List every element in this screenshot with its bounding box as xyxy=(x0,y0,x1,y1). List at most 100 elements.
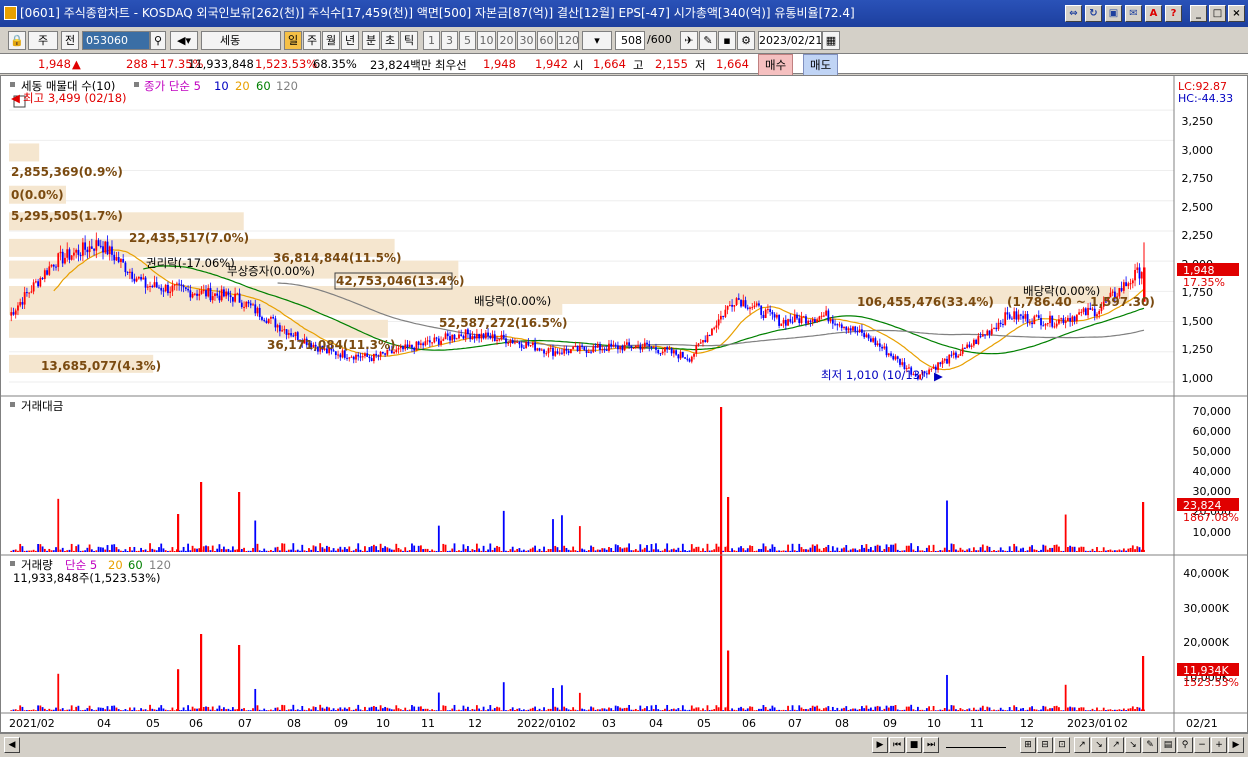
volume-bar xyxy=(643,708,646,711)
volume-bar xyxy=(952,705,955,711)
amount-bar xyxy=(677,547,680,552)
refresh-icon[interactable]: ↻ xyxy=(1085,5,1102,22)
chart-tool-icon[interactable]: ⊡ xyxy=(1054,737,1070,753)
amount-bar xyxy=(937,550,939,552)
scroll-left-icon[interactable]: ◀ xyxy=(4,737,20,753)
mode-select[interactable]: 주 xyxy=(28,31,58,50)
search-icon[interactable]: ⚲ xyxy=(150,31,166,50)
min-60[interactable]: 60 xyxy=(537,31,556,50)
min-10[interactable]: 10 xyxy=(477,31,496,50)
interval-select[interactable]: ▾ xyxy=(582,31,612,50)
chart-svg[interactable]: 세동 매물대 수(10) 종가 단순 5 10 20 60 120 LC:92.… xyxy=(1,76,1247,732)
volume-bar xyxy=(733,709,736,711)
candle-body xyxy=(449,336,451,341)
drawing-tool-icon[interactable]: ↘ xyxy=(1125,737,1141,753)
settings-icon[interactable]: ⚙ xyxy=(737,31,755,50)
min-120[interactable]: 120 xyxy=(557,31,579,50)
y-tick: 2,750 xyxy=(1182,172,1214,185)
maximize-button[interactable]: □ xyxy=(1209,5,1226,22)
candle-body xyxy=(229,295,232,298)
volume-bar xyxy=(668,709,671,711)
stop-icon[interactable]: ■ xyxy=(906,737,922,753)
minus-icon[interactable]: − xyxy=(1194,737,1210,753)
period-tick[interactable]: 틱 xyxy=(400,31,418,50)
volume-bar xyxy=(133,707,136,711)
sell-button[interactable]: 매도 xyxy=(803,54,839,76)
candle-body xyxy=(885,346,888,356)
period-day[interactable]: 일 xyxy=(284,31,302,50)
stock-code-input[interactable]: 053060 xyxy=(82,31,150,50)
vp-label: 106,455,476(33.4%) xyxy=(857,295,994,309)
mail-icon[interactable]: ✉ xyxy=(1125,5,1142,22)
candle-body xyxy=(61,251,64,264)
x-label: 07 xyxy=(788,717,802,730)
candle-body xyxy=(1006,312,1009,315)
min-20[interactable]: 20 xyxy=(497,31,516,50)
speaker-icon[interactable]: ◀▾ xyxy=(170,31,198,50)
volume-bar xyxy=(37,705,40,711)
min-5[interactable]: 5 xyxy=(459,31,476,50)
pin-icon[interactable]: ✈ xyxy=(680,31,698,50)
lock-icon[interactable]: 🔒 xyxy=(8,31,26,50)
zoom-out-icon[interactable]: ⚲ xyxy=(1177,737,1193,753)
x-label: 02 xyxy=(1114,717,1128,730)
period-week[interactable]: 주 xyxy=(303,31,321,50)
amount-bar xyxy=(558,550,561,552)
last-icon[interactable]: ⏭ xyxy=(923,737,939,753)
y-tick: 20,000K xyxy=(1183,636,1229,649)
candle-body xyxy=(637,345,639,347)
save-icon[interactable]: ▪ xyxy=(718,31,736,50)
count-input[interactable]: 508 xyxy=(615,31,645,50)
stats-icon[interactable]: ▤ xyxy=(1160,737,1176,753)
amount-bar xyxy=(731,548,733,552)
horizontal-scrollbar[interactable]: ◀ ▶ ⏮ ■ ⏭ ⊞ ⊟ ⊡ ↗ ↘ ↗ ↘ ✎ ▤ ⚲ − + ▶ xyxy=(0,733,1248,757)
amount-bar xyxy=(843,547,845,552)
volume-bar xyxy=(1002,709,1004,711)
buy-button[interactable]: 매수 xyxy=(758,54,794,76)
candle-body xyxy=(796,314,798,319)
minimize-button[interactable]: _ xyxy=(1190,5,1207,22)
period-minute[interactable]: 분 xyxy=(362,31,380,50)
close-button[interactable]: × xyxy=(1228,5,1245,22)
chart-tool-icon[interactable]: ⊞ xyxy=(1020,737,1036,753)
count-max: /600 xyxy=(647,33,672,46)
x-label: 2022/01 xyxy=(517,717,563,730)
first-icon[interactable]: ⏮ xyxy=(889,737,905,753)
help-icon[interactable]: ? xyxy=(1165,5,1182,22)
window-icon[interactable]: ▣ xyxy=(1105,5,1122,22)
chart-area[interactable]: 세동 매물대 수(10) 종가 단순 5 10 20 60 120 LC:92.… xyxy=(0,75,1248,733)
candle-body xyxy=(590,351,592,353)
volume-bar xyxy=(373,705,375,711)
drawing-tool-icon[interactable]: ✎ xyxy=(1142,737,1158,753)
candle-body xyxy=(263,319,266,321)
volume-bar xyxy=(79,710,82,711)
volume-bar xyxy=(482,706,485,711)
chart-tool-icon[interactable]: ⊟ xyxy=(1037,737,1053,753)
scroll-right-icon[interactable]: ▶ xyxy=(872,737,888,753)
font-icon[interactable]: A xyxy=(1145,5,1162,22)
min-1[interactable]: 1 xyxy=(423,31,440,50)
date-input[interactable]: 2023/02/21 xyxy=(758,31,822,50)
event-label: 무상증자(0.00%) xyxy=(227,264,315,278)
period-month[interactable]: 월 xyxy=(322,31,340,50)
amount-bar xyxy=(961,549,964,552)
amount-bar xyxy=(28,550,31,552)
drawing-tool-icon[interactable]: ↗ xyxy=(1074,737,1090,753)
candle-body xyxy=(780,323,783,326)
calendar-icon[interactable]: ▦ xyxy=(822,31,840,50)
candle-body xyxy=(605,349,608,351)
min-30[interactable]: 30 xyxy=(517,31,536,50)
tool-icon[interactable]: ✎ xyxy=(699,31,717,50)
link-icon[interactable]: ⇔ xyxy=(1065,5,1082,22)
plus-icon[interactable]: + xyxy=(1211,737,1227,753)
drawing-tool-icon[interactable]: ↗ xyxy=(1108,737,1124,753)
drawing-tool-icon[interactable]: ↘ xyxy=(1091,737,1107,753)
period-second[interactable]: 초 xyxy=(381,31,399,50)
period-year[interactable]: 년 xyxy=(341,31,359,50)
volume-bar xyxy=(610,708,613,711)
prev-button[interactable]: 전 xyxy=(61,31,79,50)
candle-body xyxy=(845,326,848,331)
scroll-right-end-icon[interactable]: ▶ xyxy=(1228,737,1244,753)
zoom-slider[interactable] xyxy=(946,740,1006,748)
min-3[interactable]: 3 xyxy=(441,31,458,50)
